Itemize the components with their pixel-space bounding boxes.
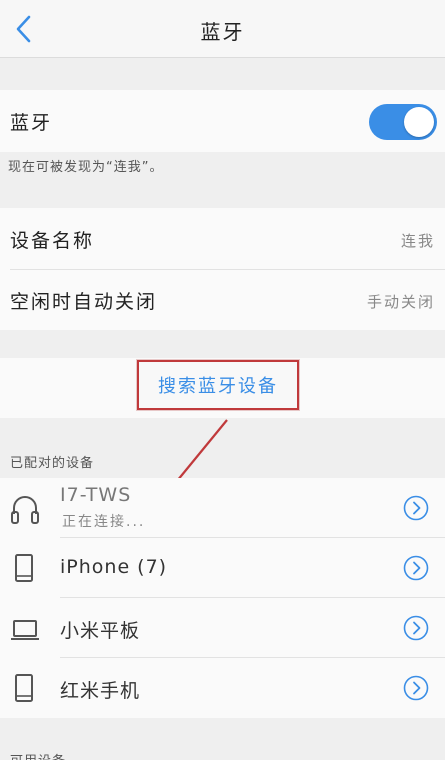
device-name: I7-TWS [60, 484, 132, 506]
device-row[interactable]: I7-TWS 正在连接... [0, 478, 445, 538]
bluetooth-label: 蓝牙 [10, 112, 53, 134]
available-devices-heading: 可用设备 [10, 750, 66, 760]
idle-off-value[interactable]: 手动关闭 [367, 291, 435, 312]
search-devices-button[interactable]: 搜索蓝牙设备 [137, 360, 299, 410]
device-settings-group: 设备名称 连我 空闲时自动关闭 手动关闭 [0, 208, 445, 330]
row-divider [10, 269, 445, 270]
device-name: iPhone (7) [60, 556, 168, 578]
idle-off-label[interactable]: 空闲时自动关闭 [10, 287, 157, 314]
device-name-value[interactable]: 连我 [401, 230, 435, 251]
device-status: 正在连接... [62, 514, 146, 530]
bluetooth-toggle-row: 蓝牙 [0, 90, 445, 152]
search-devices-label: 搜索蓝牙设备 [158, 376, 278, 397]
discoverable-note: 现在可被发现为“连我”。 [8, 160, 164, 175]
chevron-right-circle-icon[interactable] [403, 555, 429, 581]
chevron-right-circle-icon[interactable] [403, 495, 429, 521]
device-row[interactable]: 小米平板 [0, 598, 445, 658]
device-row[interactable]: 红米手机 [0, 658, 445, 718]
device-name: 红米手机 [60, 680, 141, 702]
bluetooth-toggle[interactable] [369, 104, 437, 140]
page-title: 蓝牙 [200, 20, 245, 44]
chevron-right-circle-icon[interactable] [403, 675, 429, 701]
device-name-label[interactable]: 设备名称 [10, 226, 94, 253]
paired-devices-heading: 已配对的设备 [10, 456, 95, 471]
laptop-icon [11, 620, 39, 640]
phone-icon [15, 554, 33, 582]
device-row[interactable]: iPhone (7) [0, 538, 445, 598]
navigation-bar: 蓝牙 [0, 0, 445, 58]
toggle-knob [404, 107, 434, 137]
phone-icon [15, 674, 33, 702]
chevron-right-circle-icon[interactable] [403, 615, 429, 641]
headphones-icon [11, 496, 39, 524]
device-name: 小米平板 [60, 620, 141, 642]
